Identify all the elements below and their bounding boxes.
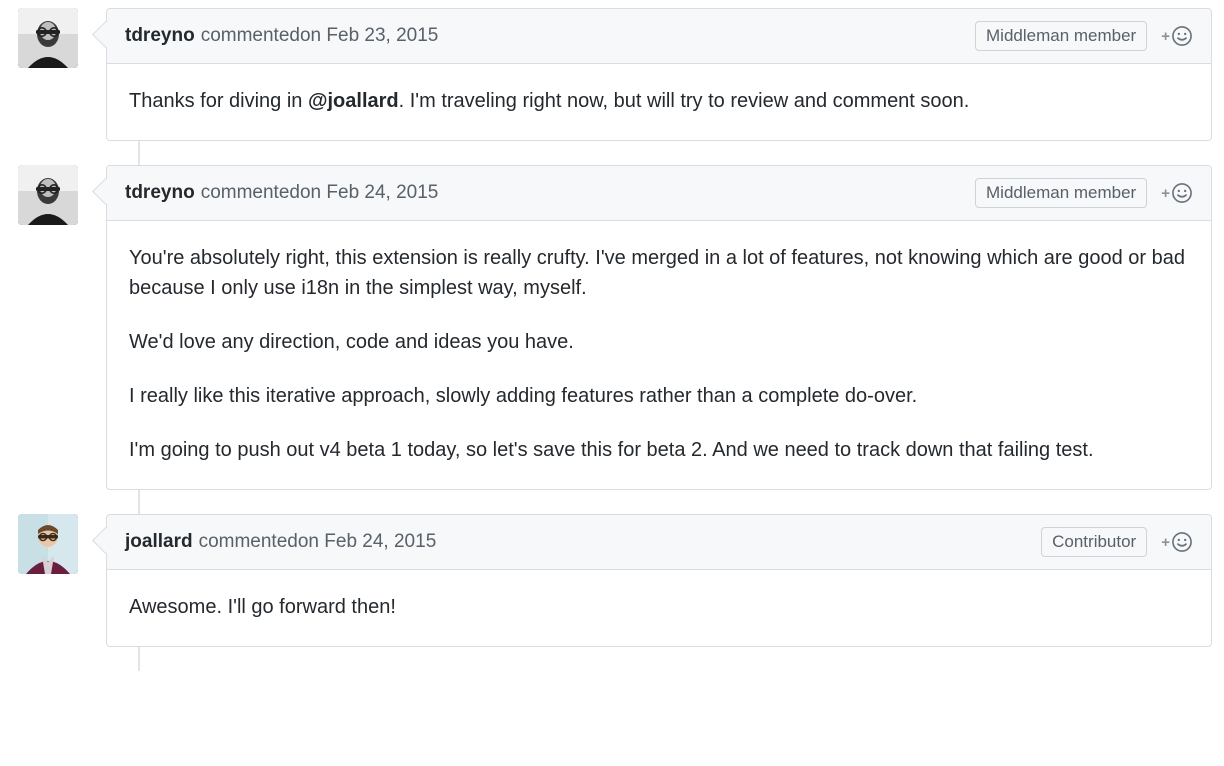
- role-badge: Middleman member: [975, 21, 1147, 51]
- comment-paragraph: We'd love any direction, code and ideas …: [129, 327, 1189, 357]
- add-reaction-button[interactable]: +: [1161, 531, 1193, 553]
- text-fragment: I'm going to push out v4 beta 1 today, s…: [129, 439, 1094, 461]
- role-badge: Middleman member: [975, 178, 1147, 208]
- smiley-icon: [1171, 182, 1193, 204]
- text-fragment: . I'm traveling right now, but will try …: [399, 90, 970, 112]
- comment-bubble: tdreyno commented on Feb 24, 2015 Middlema…: [106, 165, 1212, 490]
- role-badge: Contributor: [1041, 527, 1147, 557]
- timestamp-date: Feb 24, 2015: [324, 531, 436, 552]
- timestamp-link[interactable]: on Feb 23, 2015: [300, 25, 438, 47]
- timestamp-link[interactable]: on Feb 24, 2015: [298, 531, 436, 553]
- avatar[interactable]: [18, 8, 78, 68]
- timestamp-on: on: [298, 531, 319, 552]
- text-fragment: Thanks for diving in: [129, 90, 308, 112]
- comment-paragraph: Awesome. I'll go forward then!: [129, 592, 1189, 622]
- comment-paragraph: I'm going to push out v4 beta 1 today, s…: [129, 435, 1189, 465]
- comment-header: joallard commented on Feb 24, 2015 Contrib…: [107, 515, 1211, 570]
- comment-paragraph: I really like this iterative approach, s…: [129, 381, 1189, 411]
- comment-bubble: joallard commented on Feb 24, 2015 Contrib…: [106, 514, 1212, 647]
- author-link[interactable]: joallard: [125, 531, 193, 553]
- timestamp-on: on: [300, 182, 321, 203]
- comment-bubble: tdreyno commented on Feb 23, 2015 Middlema…: [106, 8, 1212, 141]
- user-mention[interactable]: @joallard: [308, 90, 399, 112]
- timestamp-date: Feb 23, 2015: [326, 25, 438, 46]
- comment-header: tdreyno commented on Feb 24, 2015 Middlema…: [107, 166, 1211, 221]
- plus-icon: +: [1161, 28, 1170, 45]
- avatar[interactable]: [18, 514, 78, 574]
- smiley-icon: [1171, 531, 1193, 553]
- add-reaction-button[interactable]: +: [1161, 25, 1193, 47]
- timestamp-on: on: [300, 25, 321, 46]
- comment-body: Awesome. I'll go forward then!: [107, 570, 1211, 646]
- timestamp-date: Feb 24, 2015: [326, 182, 438, 203]
- comment: joallard commented on Feb 24, 2015 Contrib…: [4, 514, 1212, 647]
- avatar[interactable]: [18, 165, 78, 225]
- author-link[interactable]: tdreyno: [125, 25, 195, 47]
- comment-header: tdreyno commented on Feb 23, 2015 Middlema…: [107, 9, 1211, 64]
- author-link[interactable]: tdreyno: [125, 182, 195, 204]
- timestamp-link[interactable]: on Feb 24, 2015: [300, 182, 438, 204]
- commented-label: commented: [199, 531, 298, 553]
- text-fragment: We'd love any direction, code and ideas …: [129, 331, 574, 353]
- comment: tdreyno commented on Feb 24, 2015 Middlema…: [4, 165, 1212, 490]
- plus-icon: +: [1161, 185, 1170, 202]
- comment: tdreyno commented on Feb 23, 2015 Middlema…: [4, 8, 1212, 141]
- commented-label: commented: [201, 182, 300, 204]
- smiley-icon: [1171, 25, 1193, 47]
- comment-paragraph: You're absolutely right, this extension …: [129, 243, 1189, 303]
- plus-icon: +: [1161, 534, 1170, 551]
- commented-label: commented: [201, 25, 300, 47]
- comment-body: Thanks for diving in @joallard. I'm trav…: [107, 64, 1211, 140]
- text-fragment: Awesome. I'll go forward then!: [129, 596, 396, 618]
- text-fragment: I really like this iterative approach, s…: [129, 385, 917, 407]
- comment-paragraph: Thanks for diving in @joallard. I'm trav…: [129, 86, 1189, 116]
- add-reaction-button[interactable]: +: [1161, 182, 1193, 204]
- text-fragment: You're absolutely right, this extension …: [129, 247, 1185, 299]
- comment-body: You're absolutely right, this extension …: [107, 221, 1211, 489]
